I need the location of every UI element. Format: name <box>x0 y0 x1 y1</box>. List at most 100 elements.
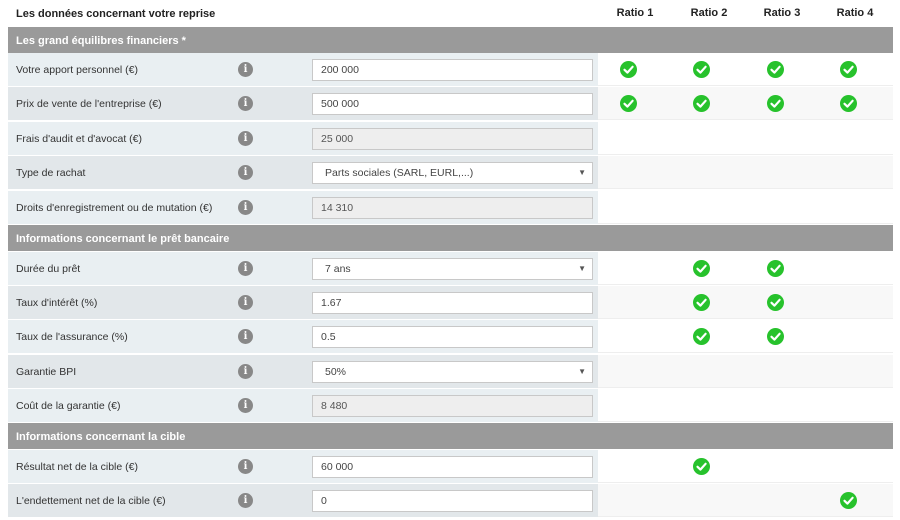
chevron-down-icon[interactable]: ▼ <box>578 259 586 279</box>
readonly-field: 8 480 <box>312 395 593 417</box>
field-label: Droits d'enregistrement ou de mutation (… <box>16 202 213 214</box>
check-circle-icon <box>620 61 637 78</box>
chevron-down-icon[interactable]: ▼ <box>578 362 586 382</box>
info-icon[interactable]: i <box>238 295 253 310</box>
form-row-input-area: L'endettement net de la cible (€) i 0 <box>8 484 598 517</box>
field-label: Votre apport personnel (€) <box>16 64 138 76</box>
check-circle-icon <box>693 95 710 112</box>
field-value: Parts sociales (SARL, EURL,...) <box>325 167 474 179</box>
select-field[interactable]: Parts sociales (SARL, EURL,...) ▼ <box>312 162 593 184</box>
section-header: Informations concernant la cible <box>8 423 893 449</box>
form-row-input-area: Taux de l'assurance (%) i 0.5 <box>8 320 598 353</box>
info-icon[interactable]: i <box>238 200 253 215</box>
form-row-input-area: Taux d'intérêt (%) i 1.67 <box>8 286 598 319</box>
ratio-cells <box>598 191 893 224</box>
ratio-cells <box>598 320 893 353</box>
form-row-input-area: Coût de la garantie (€) i 8 480 <box>8 389 598 422</box>
ratio-2-header: Ratio 2 <box>690 7 728 19</box>
ratio-cells <box>598 389 893 422</box>
field-label: Durée du prêt <box>16 263 81 275</box>
select-field[interactable]: 7 ans ▼ <box>312 258 593 280</box>
field-value: 200 000 <box>321 64 359 76</box>
ratio-4-header: Ratio 4 <box>836 7 874 19</box>
field-label: Frais d'audit et d'avocat (€) <box>16 133 142 145</box>
field-value: 0.5 <box>321 331 336 343</box>
form-row: Résultat net de la cible (€) i 60 000 <box>8 450 893 484</box>
form-row: Taux de l'assurance (%) i 0.5 <box>8 320 893 354</box>
check-circle-icon <box>767 260 784 277</box>
check-circle-icon <box>620 95 637 112</box>
form-row: Frais d'audit et d'avocat (€) i 25 000 <box>8 122 893 156</box>
ratio-3-header: Ratio 3 <box>763 7 801 19</box>
form-row: Durée du prêt i 7 ans ▼ <box>8 252 893 286</box>
ratio-1-header: Ratio 1 <box>616 7 654 19</box>
info-icon[interactable]: i <box>238 398 253 413</box>
ratio-form-page: Les données concernant votre reprise Rat… <box>0 0 900 520</box>
ratio-cells <box>598 156 893 189</box>
check-circle-icon <box>693 458 710 475</box>
form-row: Taux d'intérêt (%) i 1.67 <box>8 286 893 320</box>
ratio-cells <box>598 122 893 155</box>
check-circle-icon <box>767 95 784 112</box>
text-input[interactable]: 1.67 <box>312 292 593 314</box>
form-row-input-area: Frais d'audit et d'avocat (€) i 25 000 <box>8 122 598 155</box>
page-title: Les données concernant votre reprise <box>16 8 216 20</box>
form-row-input-area: Prix de vente de l'entreprise (€) i 500 00… <box>8 87 598 120</box>
field-label: Taux de l'assurance (%) <box>16 331 128 343</box>
form-row: L'endettement net de la cible (€) i 0 <box>8 484 893 518</box>
ratio-cells <box>598 355 893 388</box>
select-field[interactable]: 50% ▼ <box>312 361 593 383</box>
field-label: Taux d'intérêt (%) <box>16 297 98 309</box>
form-row-input-area: Résultat net de la cible (€) i 60 000 <box>8 450 598 483</box>
check-circle-icon <box>840 492 857 509</box>
info-icon[interactable]: i <box>238 459 253 474</box>
section-header: Les grand équilibres financiers * <box>8 27 893 53</box>
field-value: 50% <box>325 366 347 378</box>
form-row-input-area: Durée du prêt i 7 ans ▼ <box>8 252 598 285</box>
ratio-cells <box>598 252 893 285</box>
info-icon[interactable]: i <box>238 493 253 508</box>
field-value: 0 <box>321 495 327 507</box>
info-icon[interactable]: i <box>238 364 253 379</box>
form-row: Garantie BPI i 50% ▼ <box>8 355 893 389</box>
chevron-down-icon[interactable]: ▼ <box>578 163 586 183</box>
field-value: 60 000 <box>321 461 354 473</box>
field-label: L'endettement net de la cible (€) <box>16 495 166 507</box>
readonly-field: 14 310 <box>312 197 593 219</box>
info-icon[interactable]: i <box>238 165 253 180</box>
form-row-input-area: Type de rachat i Parts sociales (SARL, EUR… <box>8 156 598 189</box>
info-icon[interactable]: i <box>238 131 253 146</box>
field-value: 500 000 <box>321 98 359 110</box>
text-input[interactable]: 0.5 <box>312 326 593 348</box>
header-row: Les données concernant votre reprise Rat… <box>0 0 900 27</box>
form-row-input-area: Votre apport personnel (€) i 200 000 <box>8 53 598 86</box>
ratio-cells <box>598 286 893 319</box>
form-row-input-area: Garantie BPI i 50% ▼ <box>8 355 598 388</box>
check-circle-icon <box>693 294 710 311</box>
field-value: 8 480 <box>321 400 348 412</box>
check-circle-icon <box>693 61 710 78</box>
text-input[interactable]: 500 000 <box>312 93 593 115</box>
field-value: 25 000 <box>321 133 354 145</box>
check-circle-icon <box>767 328 784 345</box>
check-circle-icon <box>693 328 710 345</box>
text-input[interactable]: 200 000 <box>312 59 593 81</box>
section-header: Informations concernant le prêt bancaire <box>8 225 893 251</box>
field-value: 7 ans <box>325 263 351 275</box>
check-circle-icon <box>767 61 784 78</box>
text-input[interactable]: 0 <box>312 490 593 512</box>
text-input[interactable]: 60 000 <box>312 456 593 478</box>
form-row: Type de rachat i Parts sociales (SARL, EUR… <box>8 156 893 190</box>
form-row: Votre apport personnel (€) i 200 000 <box>8 53 893 87</box>
info-icon[interactable]: i <box>238 329 253 344</box>
form-row-input-area: Droits d'enregistrement ou de mutation (… <box>8 191 598 224</box>
field-value: 1.67 <box>321 297 342 309</box>
field-label: Résultat net de la cible (€) <box>16 461 138 473</box>
form-row: Coût de la garantie (€) i 8 480 <box>8 389 893 423</box>
field-label: Prix de vente de l'entreprise (€) <box>16 98 162 110</box>
info-icon[interactable]: i <box>238 261 253 276</box>
form-row: Droits d'enregistrement ou de mutation (… <box>8 191 893 225</box>
form-row: Prix de vente de l'entreprise (€) i 500 00… <box>8 87 893 121</box>
info-icon[interactable]: i <box>238 96 253 111</box>
info-icon[interactable]: i <box>238 62 253 77</box>
